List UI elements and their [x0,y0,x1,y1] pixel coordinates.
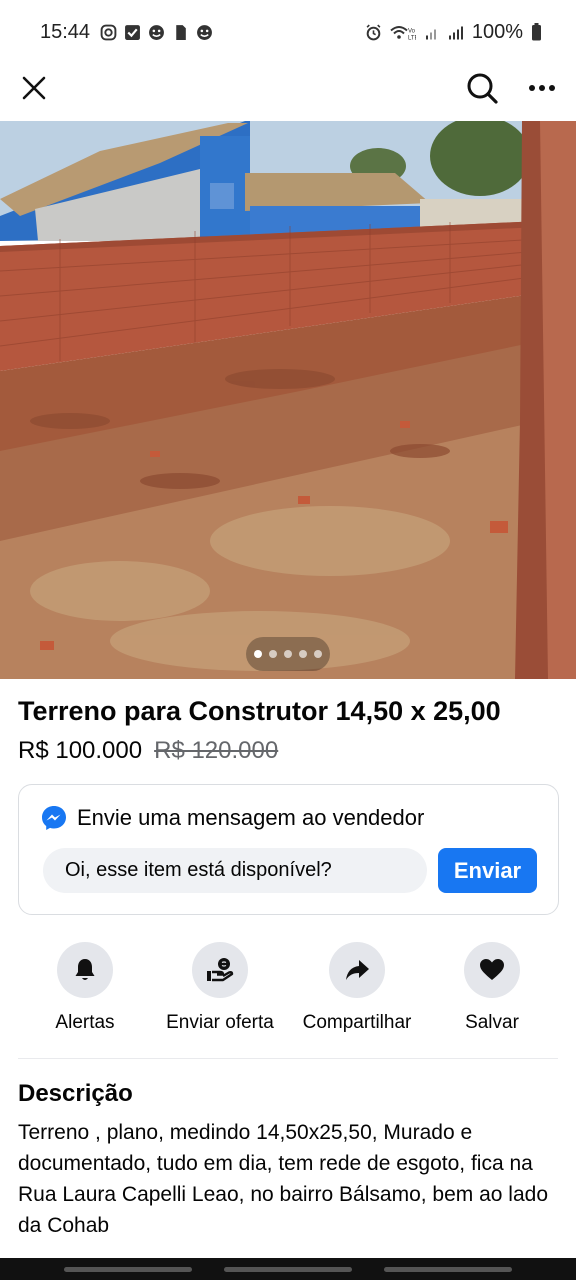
top-bar [0,64,576,120]
listing-old-price: R$ 120.000 [154,737,279,764]
action-circle[interactable] [57,942,113,998]
close-icon [22,76,46,100]
action-label: Alertas [55,1012,115,1033]
carousel-dot[interactable] [299,650,307,658]
messenger-icon [42,806,66,830]
face-notification-icon [149,24,164,40]
listing-photo[interactable] [0,121,576,679]
notification-icons [100,24,213,41]
action-circle[interactable] [464,942,520,998]
signal-icon [425,29,436,39]
action-row: Alertas Enviar oferta Compartilhar Salva… [0,942,576,1042]
listing-price: R$ 100.000 [18,737,143,764]
message-card-header: Envie uma mensagem ao vendedor [41,805,424,831]
instagram-icon [100,24,117,40]
action-label: Enviar oferta [166,1012,274,1033]
sim-notification-icon [176,24,186,40]
offer-icon [207,958,234,982]
heart-icon [480,959,504,980]
more-options-button[interactable] [522,68,562,108]
wifi-icon: VoLTE [390,25,416,41]
share-icon [346,960,369,980]
price-row: R$ 100.000 R$ 120.000 [18,737,278,765]
send-offer-button[interactable]: Enviar oferta [152,942,288,1034]
svg-text:Vo: Vo [408,28,416,34]
battery-icon [532,23,541,41]
send-button[interactable]: Enviar [438,848,537,893]
gesture-handle[interactable] [384,1267,512,1272]
share-button[interactable]: Compartilhar [289,942,425,1034]
action-label: Salvar [465,1012,519,1033]
more-icon [529,85,555,91]
gesture-bar [0,1258,576,1280]
alerts-button[interactable]: Alertas [17,942,153,1034]
gesture-handle[interactable] [64,1267,192,1272]
message-card-title: Envie uma mensagem ao vendedor [77,805,425,830]
description-text: Terreno , plano, medindo 14,50x25,50, Mu… [18,1121,548,1237]
close-button[interactable] [16,70,52,106]
message-seller-card: Envie uma mensagem ao vendedor Enviar [18,784,559,915]
bell-icon [75,959,95,980]
carousel-dots[interactable] [246,637,330,671]
status-time: 15:44 [40,20,91,43]
carousel-dot[interactable] [269,650,277,658]
signal-icon-2 [448,26,463,39]
face-notification-icon-2 [197,24,212,40]
checkbox-notification-icon [125,24,140,40]
action-circle[interactable] [192,942,248,998]
description-heading: Descrição [18,1080,133,1107]
gesture-handle[interactable] [224,1267,352,1272]
status-bar: 15:44 VoLTE 100% [0,0,576,64]
divider [18,1058,558,1059]
svg-text:LTE: LTE [408,35,416,41]
listing-photo-image [0,121,576,679]
listing-title: Terreno para Construtor 14,50 x 25,00 [18,696,501,726]
status-left: 15:44 [40,21,213,44]
alarm-icon [366,23,381,40]
status-right: VoLTE 100% [365,21,542,44]
search-icon [467,73,498,104]
search-button[interactable] [462,68,502,108]
action-circle[interactable] [329,942,385,998]
battery-percent: 100% [471,20,523,43]
carousel-dot[interactable] [254,650,262,658]
action-label: Compartilhar [302,1012,412,1033]
carousel-dot[interactable] [314,650,322,658]
save-button[interactable]: Salvar [424,942,560,1034]
carousel-dot[interactable] [284,650,292,658]
message-input[interactable] [43,848,427,893]
